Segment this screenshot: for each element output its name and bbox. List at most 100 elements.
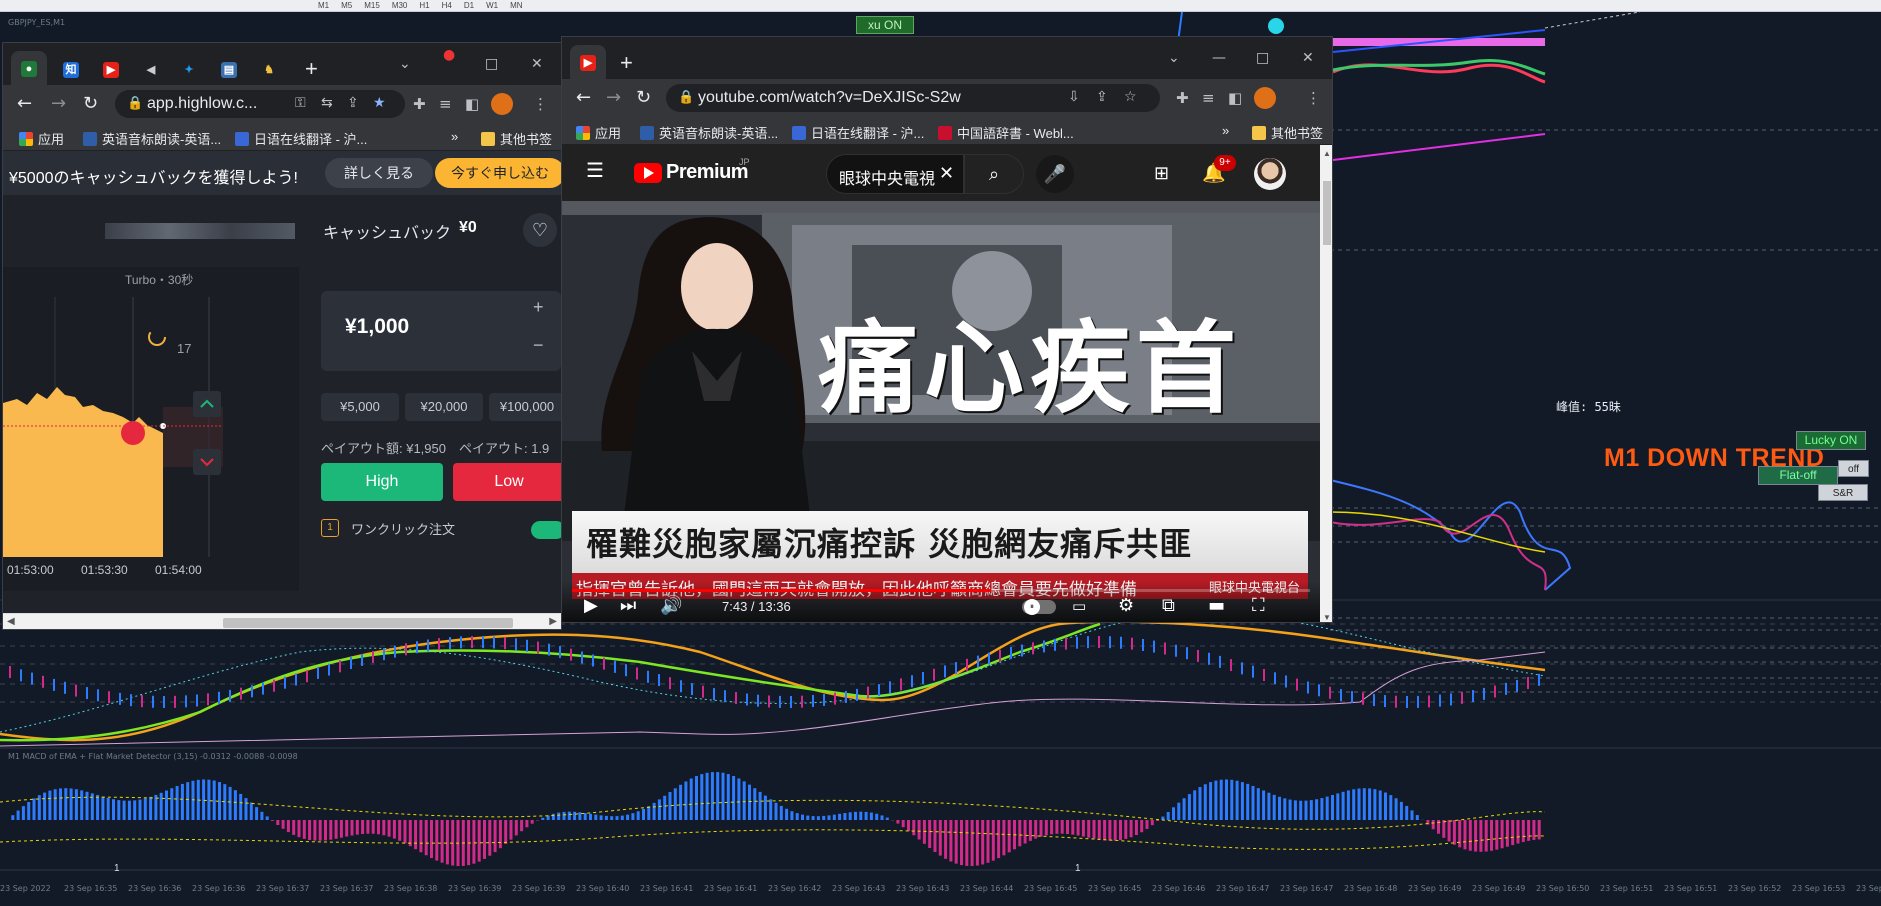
- restore-window-icon[interactable]: □: [485, 56, 498, 72]
- bookmark-japanese-translate[interactable]: 日语在线翻译 - 沪...: [792, 123, 924, 142]
- search-icon[interactable]: ⌕: [964, 154, 1024, 194]
- fullscreen-icon[interactable]: ⛶: [1252, 597, 1265, 615]
- flat-off-button[interactable]: Flat-off: [1758, 466, 1838, 485]
- new-tab-button[interactable]: +: [620, 51, 633, 75]
- volume-icon[interactable]: 🔊: [660, 597, 682, 615]
- more-bookmarks-button[interactable]: »: [1222, 123, 1229, 138]
- xu-on-button[interactable]: xu ON: [856, 16, 914, 34]
- amount-minus-button[interactable]: −: [533, 335, 544, 356]
- forward-icon[interactable]: →: [606, 88, 621, 108]
- profile-avatar[interactable]: [1254, 87, 1276, 109]
- bookmark-other[interactable]: 其他书签: [1252, 123, 1323, 142]
- scrollbar-thumb[interactable]: [1323, 181, 1331, 245]
- bookmark-chinese-dictionary[interactable]: 中国語辞書 - Webl...: [938, 123, 1074, 142]
- bookmark-other[interactable]: 其他书签: [481, 129, 552, 148]
- miniplayer-icon[interactable]: ⧉: [1162, 597, 1175, 615]
- scrollbar-thumb[interactable]: [223, 618, 513, 628]
- zhihu-tab-icon[interactable]: 知: [63, 62, 79, 78]
- amount-chip[interactable]: ¥20,000: [405, 393, 483, 421]
- play-icon[interactable]: ▶: [584, 597, 598, 615]
- timeframe-button[interactable]: M5: [335, 0, 358, 12]
- scroll-up-icon[interactable]: ▲: [1323, 149, 1331, 158]
- install-app-icon[interactable]: ⇩: [1068, 89, 1080, 105]
- timeframe-button[interactable]: D1: [458, 0, 480, 12]
- microphone-icon[interactable]: 🎤: [1036, 155, 1074, 193]
- tab-search-icon[interactable]: ⌄: [1168, 50, 1180, 66]
- trade-chart[interactable]: Turbo・30秒 17 01:53:00 01:53:30 01:54:00: [3, 267, 299, 591]
- share-icon[interactable]: ⇪: [1096, 89, 1108, 105]
- bookmark-japanese-translate[interactable]: 日语在线翻译 - 沪...: [235, 129, 367, 148]
- new-tab-button[interactable]: +: [305, 57, 318, 81]
- menu-icon[interactable]: ⋮: [1306, 89, 1321, 107]
- timeframe-button[interactable]: H4: [436, 0, 458, 12]
- bookmark-apps[interactable]: 应用: [576, 123, 621, 142]
- bookmark-apps[interactable]: 应用: [19, 129, 64, 148]
- bookmark-star-icon[interactable]: ★: [373, 95, 386, 111]
- horizontal-scrollbar[interactable]: ◀ ▶: [3, 613, 561, 629]
- vertical-scrollbar[interactable]: ▲ ▼: [1320, 145, 1332, 622]
- subtitles-icon[interactable]: ▭: [1072, 597, 1086, 615]
- timeframe-button[interactable]: M1: [312, 0, 335, 12]
- side-panel-icon[interactable]: ◧: [465, 95, 479, 113]
- details-button[interactable]: 詳しく見る: [325, 158, 433, 188]
- timeframe-button[interactable]: MN: [504, 0, 528, 12]
- reload-icon[interactable]: ↻: [636, 88, 651, 108]
- autoplay-toggle[interactable]: ⏸: [1022, 599, 1056, 615]
- one-click-toggle[interactable]: [531, 521, 561, 539]
- bookmark-phonetics[interactable]: 英语音标朗读-英语...: [83, 129, 221, 148]
- restore-window-icon[interactable]: □: [1256, 50, 1269, 66]
- scroll-down-icon[interactable]: ▼: [1323, 613, 1331, 622]
- tab-search-icon[interactable]: ⌄: [399, 56, 411, 72]
- scroll-right-icon[interactable]: ▶: [549, 616, 557, 627]
- timeframe-bar[interactable]: M1 M5 M15 M30 H1 H4 D1 W1 MN: [312, 0, 529, 12]
- amount-chip[interactable]: ¥5,000: [321, 393, 399, 421]
- timeframe-button[interactable]: H1: [413, 0, 435, 12]
- back-icon[interactable]: ←: [17, 94, 32, 114]
- apply-now-button[interactable]: 今すぐ申し込む: [435, 158, 561, 188]
- amount-plus-button[interactable]: +: [533, 297, 544, 318]
- reading-list-icon[interactable]: ≡: [439, 95, 452, 113]
- youtube-tab-icon[interactable]: ▶: [103, 62, 119, 78]
- reload-icon[interactable]: ↻: [83, 94, 98, 114]
- lucky-on-button[interactable]: Lucky ON: [1796, 431, 1866, 450]
- translate-icon[interactable]: ⇆: [321, 95, 333, 111]
- minimize-window-icon[interactable]: —: [1212, 50, 1226, 66]
- address-bar[interactable]: 🔒 youtube.com/watch?v=DeXJISc-S2w ⇩ ⇪ ☆: [666, 84, 1160, 112]
- app-tab-icon[interactable]: ▤: [221, 62, 237, 78]
- bookmark-star-icon[interactable]: ☆: [1124, 89, 1137, 105]
- clear-search-icon[interactable]: ✕: [939, 163, 954, 184]
- theater-mode-icon[interactable]: ▬: [1208, 597, 1225, 615]
- menu-icon[interactable]: ⋮: [533, 95, 548, 113]
- account-avatar[interactable]: [1254, 158, 1286, 190]
- amount-field[interactable]: ¥1,000 + −: [321, 291, 561, 371]
- youtube-browser-window[interactable]: ▶ + ⌄ — □ ✕ ← → ↻ 🔒 youtube.com/watch?v=…: [561, 36, 1333, 623]
- gift-icon[interactable]: ♡: [523, 213, 557, 247]
- extension-tab-icon[interactable]: ♞: [261, 62, 277, 78]
- bookmark-phonetics[interactable]: 英语音标朗读-英语...: [640, 123, 778, 142]
- timeframe-button[interactable]: M30: [386, 0, 414, 12]
- tab-highlow[interactable]: ●: [11, 51, 47, 85]
- sr-button[interactable]: S&R: [1818, 484, 1868, 501]
- highlow-browser-window[interactable]: ● 知 ▶ ◀ ✦ ▤ ♞ + ⌄ ● □ ✕ ← → ↻ 🔒 app.high…: [2, 42, 562, 630]
- back-icon[interactable]: ←: [576, 88, 591, 108]
- reading-list-icon[interactable]: ≡: [1202, 89, 1215, 107]
- extensions-icon[interactable]: ✚: [1176, 89, 1189, 107]
- key-icon[interactable]: ⚿: [295, 95, 306, 111]
- amount-chip[interactable]: ¥100,000: [489, 393, 561, 421]
- close-window-icon[interactable]: ✕: [1302, 50, 1314, 66]
- high-button[interactable]: High: [321, 463, 443, 501]
- extensions-icon[interactable]: ✚: [413, 95, 426, 113]
- search-input[interactable]: 眼球中央電視 ✕: [826, 154, 964, 194]
- hamburger-menu-icon[interactable]: ☰: [586, 161, 604, 181]
- share-icon[interactable]: ⇪: [347, 95, 359, 111]
- premium-logo-text[interactable]: Premium: [666, 161, 749, 184]
- audio-tab-icon[interactable]: ◀: [143, 62, 159, 78]
- timeframe-button[interactable]: M15: [358, 0, 386, 12]
- low-button[interactable]: Low: [453, 463, 561, 501]
- side-panel-icon[interactable]: ◧: [1228, 89, 1242, 107]
- address-bar[interactable]: 🔒 app.highlow.c... ⚿ ⇆ ⇪ ★: [115, 90, 405, 118]
- forward-icon[interactable]: →: [51, 94, 66, 114]
- more-bookmarks-button[interactable]: »: [451, 129, 458, 144]
- settings-gear-icon[interactable]: ⚙: [1118, 597, 1134, 615]
- timeframe-button[interactable]: W1: [480, 0, 504, 12]
